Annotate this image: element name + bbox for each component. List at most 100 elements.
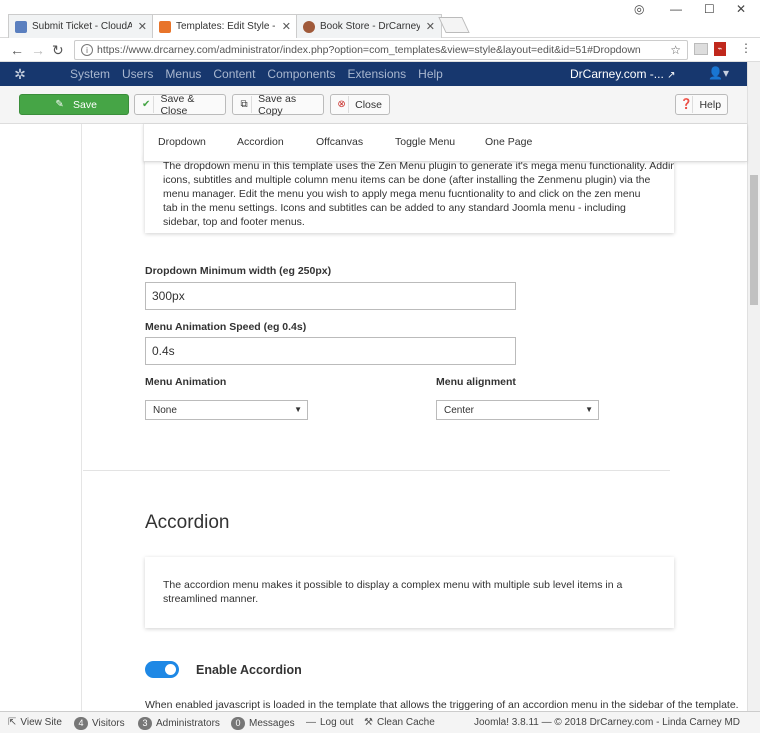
accordion-description: When enabled javascript is loaded in the… (145, 699, 739, 711)
admins-label: Administrators (156, 718, 220, 729)
section-divider (83, 470, 670, 471)
url-field[interactable]: i https://www.drcarney.com/administrator… (74, 40, 688, 60)
left-gutter (0, 124, 82, 711)
enable-accordion-label: Enable Accordion (196, 663, 302, 677)
reload-icon[interactable]: ↻ (52, 42, 64, 59)
pdf-extension-icon[interactable]: ⌁ (714, 42, 726, 56)
copy-icon: ⧉ (237, 96, 253, 113)
nav-components[interactable]: Components (267, 67, 335, 81)
back-arrow-icon[interactable]: ← (10, 42, 24, 58)
accordion-info-box: The accordion menu makes it possible to … (145, 557, 674, 628)
browser-menu-icon[interactable]: ⋮ (740, 41, 752, 55)
toggle-knob (165, 664, 176, 675)
view-site-label: View Site (20, 717, 62, 728)
nav-system[interactable]: System (70, 67, 110, 81)
forward-arrow-icon[interactable]: → (31, 42, 45, 58)
visitors-badge: 4 (74, 717, 88, 730)
tab-favicon-icon (15, 20, 27, 33)
menu-alignment-value: Center (444, 404, 475, 416)
nav-menus[interactable]: Menus (165, 67, 201, 81)
tab-one-page[interactable]: One Page (485, 136, 532, 148)
administrators-link[interactable]: 3 Administrators (138, 717, 220, 730)
info-icon[interactable]: i (81, 44, 93, 56)
browser-tab-submit-ticket[interactable]: Submit Ticket - CloudAc ✕ (8, 14, 154, 38)
address-bar-row: ← → ↻ i https://www.drcarney.com/adminis… (0, 38, 760, 62)
joomla-logo-icon[interactable]: ✲ (0, 66, 40, 83)
menu-animation-speed-input[interactable] (145, 337, 516, 365)
bookmark-star-icon[interactable]: ☆ (670, 43, 681, 57)
menu-alignment-label: Menu alignment (436, 376, 516, 388)
save-icon: ✎ (55, 99, 64, 110)
minimize-icon[interactable]: — (670, 2, 682, 16)
accordion-heading: Accordion (145, 512, 230, 533)
enable-accordion-toggle[interactable] (145, 661, 179, 678)
messages-badge: 0 (231, 717, 245, 730)
footer-copyright: Joomla! 3.8.11 — © 2018 DrCarney.com - L… (474, 717, 740, 728)
view-site-link[interactable]: ⇱ View Site (8, 717, 62, 728)
help-label: Help (699, 98, 722, 111)
external-link-icon: ⇱ (8, 717, 17, 728)
maximize-icon[interactable]: ☐ (704, 2, 715, 16)
logout-link[interactable]: — Log out (306, 717, 353, 728)
save-close-button[interactable]: ✔ Save & Close (134, 93, 226, 117)
dropdown-min-width-input[interactable] (145, 282, 516, 310)
close-circle-icon: ⊗ (335, 96, 350, 113)
window-close-icon[interactable]: ✕ (736, 2, 746, 16)
joomla-favicon-icon (159, 20, 171, 33)
visitors-link[interactable]: 4 Visitors (74, 717, 125, 730)
visitors-label: Visitors (92, 718, 125, 729)
tab-favicon-icon (303, 20, 315, 33)
tab-accordion[interactable]: Accordion (237, 136, 284, 148)
tab-close-icon[interactable]: ✕ (426, 20, 435, 33)
site-link[interactable]: DrCarney.com -... ↗ (570, 67, 676, 81)
menu-animation-value: None (153, 404, 177, 416)
help-button[interactable]: ❓ Help (675, 94, 728, 115)
admin-top-nav: ✲ System Users Menus Content Components … (0, 62, 747, 86)
close-label: Close (355, 98, 382, 111)
browser-tab-book-store[interactable]: Book Store - DrCarney.co ✕ (296, 14, 442, 38)
menu-animation-select[interactable]: None ▼ (145, 400, 308, 420)
extension-icon[interactable] (694, 43, 708, 55)
nav-content[interactable]: Content (213, 67, 255, 81)
question-icon: ❓ (680, 96, 694, 113)
scrollbar-thumb[interactable] (750, 175, 758, 305)
site-link-label: DrCarney.com -... (570, 67, 664, 81)
tab-close-icon[interactable]: ✕ (138, 20, 147, 33)
joomla-version: Joomla! 3.8.11 (473, 717, 539, 728)
tab-label: Submit Ticket - CloudAc (32, 21, 132, 32)
new-tab-button[interactable] (438, 17, 470, 33)
menu-alignment-select[interactable]: Center ▼ (436, 400, 599, 420)
check-icon: ✔ (139, 96, 155, 113)
admin-status-bar: ⇱ View Site 4 Visitors 3 Administrators … (0, 711, 760, 733)
browser-tab-bar: Submit Ticket - CloudAc ✕ Templates: Edi… (0, 0, 760, 38)
url-text: https://www.drcarney.com/administrator/i… (97, 44, 641, 56)
toolbar: ✎ Save ✔ Save & Close ⧉ Save as Copy ⊗ C… (0, 86, 747, 124)
page-scrollbar[interactable] (747, 62, 760, 711)
dropdown-info-text: icons, subtitles and multiple column men… (163, 174, 651, 228)
profile-icon[interactable]: ◎ (634, 2, 644, 16)
save-button[interactable]: ✎ Save (19, 94, 129, 115)
close-button[interactable]: ⊗ Close (330, 94, 390, 115)
messages-link[interactable]: 0 Messages (231, 717, 295, 730)
accordion-info-text: The accordion menu makes it possible to … (163, 579, 623, 605)
tab-toggle-menu[interactable]: Toggle Menu (395, 136, 455, 148)
admins-badge: 3 (138, 717, 152, 730)
tab-offcanvas[interactable]: Offcanvas (316, 136, 363, 148)
logout-label: Log out (320, 717, 354, 728)
copyright-text: — © 2018 DrCarney.com - Linda Carney MD (541, 717, 740, 728)
save-label: Save (73, 98, 97, 111)
user-menu-icon[interactable]: 👤▾ (708, 66, 729, 80)
broom-icon: ⚒ (364, 717, 373, 728)
tab-close-icon[interactable]: ✕ (282, 20, 291, 33)
nav-extensions[interactable]: Extensions (347, 67, 406, 81)
tab-dropdown[interactable]: Dropdown (158, 136, 206, 148)
nav-help[interactable]: Help (418, 67, 443, 81)
browser-tab-templates[interactable]: Templates: Edit Style - Dr ✕ (152, 14, 298, 38)
clean-cache-link[interactable]: ⚒ Clean Cache (364, 717, 435, 728)
tab-label: Templates: Edit Style - Dr (176, 21, 276, 32)
dropdown-min-width-label: Dropdown Minimum width (eg 250px) (145, 265, 332, 277)
style-edit-content: The dropdown menu in this template uses … (83, 124, 747, 711)
nav-users[interactable]: Users (122, 67, 153, 81)
save-copy-button[interactable]: ⧉ Save as Copy (232, 93, 324, 117)
tab-label: Book Store - DrCarney.co (320, 21, 420, 32)
